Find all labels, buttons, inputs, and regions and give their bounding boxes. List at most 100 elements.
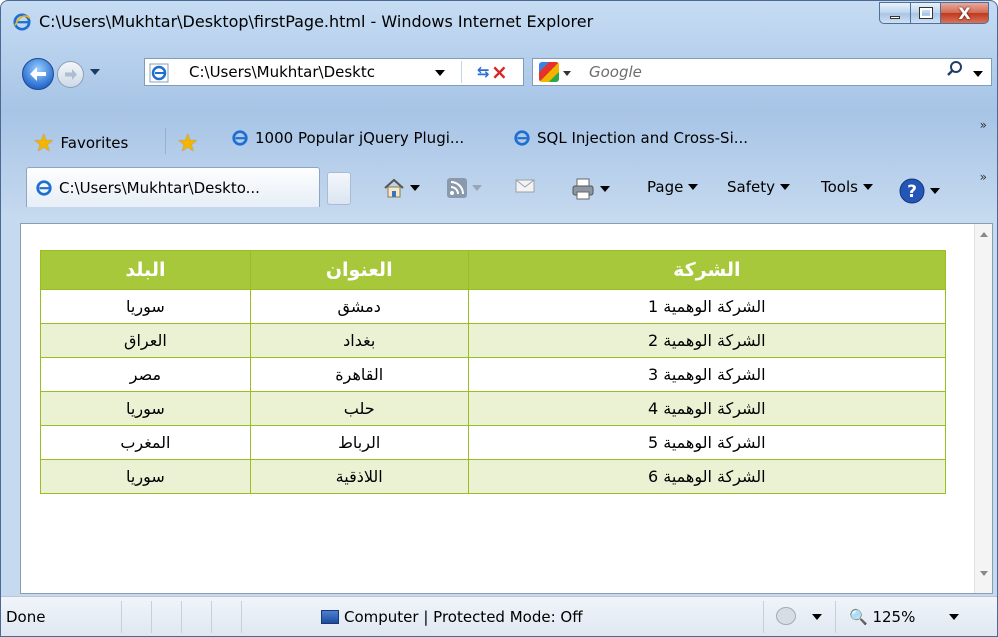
column-header-address: العنوان [249, 250, 469, 290]
ie-page-icon [149, 63, 169, 83]
tab-current-page[interactable]: C:\Users\Mukhtar\Deskto... [26, 167, 320, 207]
search-box[interactable]: Google [532, 58, 992, 86]
search-input[interactable]: Google [589, 63, 642, 81]
column-header-company: الشركة [467, 250, 947, 290]
address-cell: القاهرة [249, 357, 469, 392]
zoom-level[interactable]: 🔍 125% [849, 608, 915, 626]
favorite-link-2[interactable]: SQL Injection and Cross-Si... [513, 129, 748, 147]
status-divider [121, 601, 122, 633]
chevron-down-icon [688, 184, 699, 190]
security-zone[interactable]: Computer | Protected Mode: Off [321, 608, 583, 626]
status-divider [763, 601, 764, 633]
maximize-icon [918, 7, 933, 19]
status-bar: Done Computer | Protected Mode: Off 🔍 12… [1, 596, 997, 636]
tools-menu[interactable]: Tools [821, 178, 873, 196]
tools-menu-label: Tools [821, 178, 858, 196]
address-cell: حلب [249, 391, 469, 426]
new-tab-button[interactable] [327, 172, 351, 205]
address-cell: الرباط [249, 425, 469, 460]
address-cell: اللاذقية [249, 459, 469, 494]
globe-icon[interactable] [776, 607, 796, 625]
column-header-country: البلد [40, 250, 251, 290]
table-row: الشركة الوهمية 2 بغداد العراق [40, 323, 947, 358]
address-input[interactable]: C:\Users\Mukhtar\Desktc [189, 63, 429, 81]
chevron-down-icon [862, 184, 873, 190]
scroll-down-icon[interactable] [980, 571, 988, 576]
safety-menu[interactable]: Safety [727, 178, 790, 196]
address-cell: دمشق [249, 289, 469, 324]
home-button[interactable] [383, 178, 420, 198]
status-text: Done [6, 608, 46, 626]
search-provider-dropdown[interactable] [563, 71, 571, 76]
chevron-down-icon [410, 185, 420, 191]
company-cell: الشركة الوهمية 3 [467, 357, 947, 392]
status-divider [151, 601, 152, 633]
company-cell: الشركة الوهمية 5 [467, 425, 947, 460]
maximize-button[interactable] [911, 2, 941, 24]
add-to-favorites-bar-button[interactable]: ★ [177, 129, 205, 157]
read-mail-button[interactable] [515, 178, 535, 194]
country-cell: سوريا [40, 459, 251, 494]
table-header-row: الشركة العنوان البلد [40, 250, 947, 290]
search-options-dropdown[interactable] [973, 71, 983, 77]
forward-arrow-icon [64, 69, 77, 80]
favorites-bar: ★ Favorites ★ 1000 Popular jQuery Plugi.… [1, 112, 997, 164]
chevron-down-icon [600, 186, 610, 192]
table-row: الشركة الوهمية 6 اللاذقية سوريا [40, 459, 947, 494]
chevron-down-icon[interactable] [812, 614, 822, 620]
favorite-link-label: 1000 Popular jQuery Plugi... [255, 129, 465, 147]
forward-button[interactable] [57, 61, 84, 88]
company-cell: الشركة الوهمية 1 [467, 289, 947, 324]
zoom-icon: 🔍 [849, 608, 868, 626]
scroll-up-icon[interactable] [980, 232, 988, 237]
address-bar[interactable]: C:\Users\Mukhtar\Desktc ⇆ × [144, 58, 524, 86]
feeds-button[interactable] [447, 178, 482, 198]
address-divider [461, 61, 462, 83]
favorites-divider [165, 128, 166, 154]
safety-menu-label: Safety [727, 178, 775, 196]
computer-zone-icon [321, 610, 339, 624]
search-icon[interactable] [947, 61, 963, 77]
page-menu[interactable]: Page [647, 178, 699, 196]
navigation-bar: C:\Users\Mukhtar\Desktc ⇆ × Google [1, 53, 997, 90]
favorites-button[interactable]: ★ Favorites [33, 129, 128, 157]
favorite-link-1[interactable]: 1000 Popular jQuery Plugi... [231, 129, 464, 147]
recent-pages-dropdown[interactable] [90, 69, 100, 75]
company-cell: الشركة الوهمية 4 [467, 391, 947, 426]
close-button[interactable]: X [941, 2, 989, 24]
table-row: الشركة الوهمية 4 حلب سوريا [40, 391, 947, 426]
favorites-label: Favorites [60, 134, 129, 152]
help-button[interactable]: ? [899, 178, 940, 204]
security-zone-label: Computer | Protected Mode: Off [344, 608, 583, 626]
table-row: الشركة الوهمية 3 القاهرة مصر [40, 357, 947, 392]
mail-icon [515, 179, 535, 193]
address-dropdown[interactable] [435, 70, 445, 76]
stop-icon[interactable]: × [491, 60, 508, 84]
ie-icon [36, 179, 52, 196]
back-button[interactable] [22, 58, 54, 90]
print-icon [572, 178, 594, 200]
page-content: الشركة العنوان البلد الشركة الوهمية 1 دم… [20, 223, 993, 594]
company-cell: الشركة الوهمية 6 [467, 459, 947, 494]
favorites-overflow-icon[interactable]: » [980, 118, 987, 132]
favorite-link-label: SQL Injection and Cross-Si... [537, 129, 749, 147]
status-divider [241, 601, 242, 633]
back-arrow-icon [30, 67, 46, 81]
chevron-down-icon [472, 185, 482, 191]
print-button[interactable] [571, 178, 610, 200]
address-cell: بغداد [249, 323, 469, 358]
minimize-button[interactable] [879, 2, 911, 24]
ie-icon [13, 13, 31, 31]
google-icon [539, 62, 559, 82]
table-row: الشركة الوهمية 5 الرباط المغرب [40, 425, 947, 460]
country-cell: المغرب [40, 425, 251, 460]
favorites-star-icon: ★ [33, 129, 55, 157]
ie-icon [514, 130, 530, 146]
command-overflow-icon[interactable]: » [980, 170, 987, 184]
add-favorites-icon: ★ [177, 129, 199, 157]
refresh-icon[interactable]: ⇆ [477, 63, 490, 81]
ie-icon [232, 130, 248, 146]
chevron-down-icon[interactable] [949, 614, 959, 620]
vertical-scrollbar[interactable] [974, 224, 992, 593]
svg-text:?: ? [907, 182, 917, 202]
